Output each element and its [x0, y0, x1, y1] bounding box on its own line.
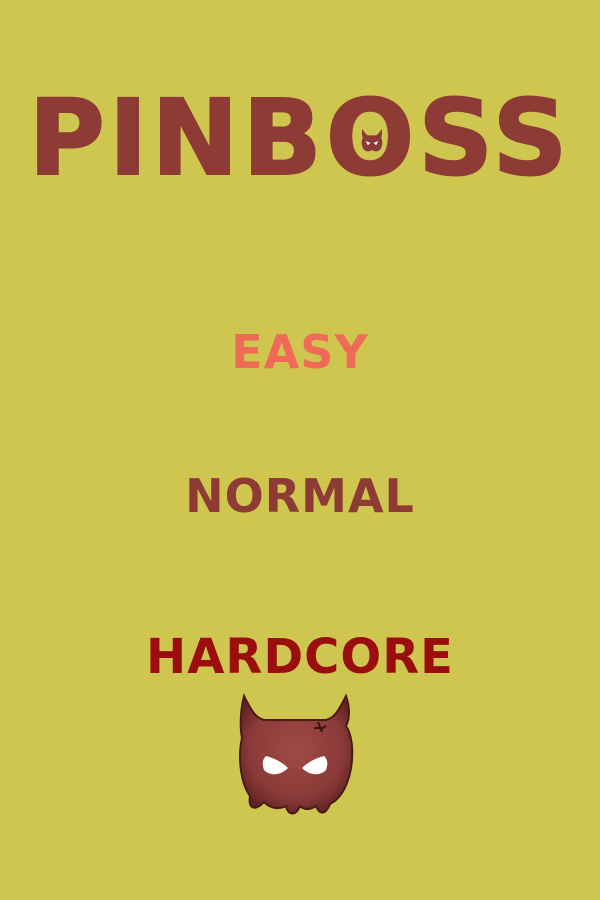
title-text-start: PINB	[28, 77, 326, 199]
game-title: PINBO SS	[0, 77, 600, 199]
easy-button[interactable]: EASY	[0, 322, 600, 382]
devil-face-icon	[239, 693, 354, 815]
title-text-end: SS	[417, 77, 572, 199]
title-letter-o: O	[325, 77, 418, 199]
hardcore-button[interactable]: HARDCORE	[0, 626, 600, 688]
devil-face-icon	[361, 129, 383, 152]
normal-button[interactable]: NORMAL	[0, 466, 600, 526]
main-menu-screen: PINBO SS EASY NORMAL HARDCORE	[0, 0, 600, 900]
